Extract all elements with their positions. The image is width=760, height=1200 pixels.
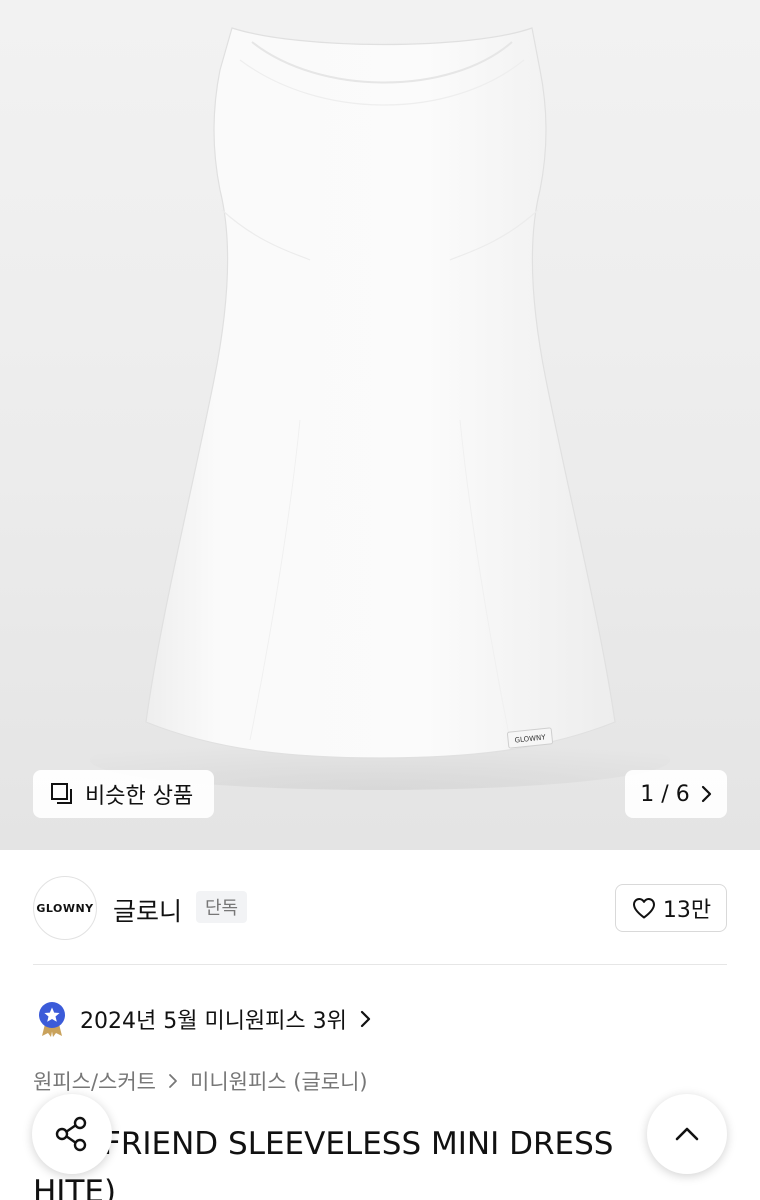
image-counter: 1 / 6 [640,781,690,807]
scroll-to-top-button[interactable] [647,1094,727,1174]
similar-items-icon [51,783,72,804]
brand-name-link[interactable]: 글로니 [113,892,182,928]
chevron-right-icon [360,1010,370,1028]
product-title-line1: FRIEND SLEEVELESS MINI DRESS [103,1126,614,1162]
ranking-link[interactable]: 2024년 5월 미니원피스 3위 [36,1000,371,1038]
like-button[interactable]: 13만 [615,884,727,932]
ranking-text: 2024년 5월 미니원피스 3위 [80,1009,347,1034]
brand-logo[interactable]: GLOWNY [33,876,97,940]
heart-outline-icon [632,898,655,919]
chevron-right-icon [701,785,711,803]
chevron-right-icon [169,1074,177,1088]
share-icon [55,1116,87,1152]
like-count: 13만 [662,898,712,923]
breadcrumb: 원피스/스커트 미니원피스 (글로니) [33,1066,368,1096]
brand-logo-text: GLOWNY [36,901,94,915]
product-title-line2: HITE) [33,1174,117,1200]
breadcrumb-subcategory[interactable]: 미니원피스 (글로니) [190,1066,368,1096]
share-button[interactable] [32,1094,112,1174]
exclusive-badge: 단독 [196,891,248,923]
breadcrumb-category[interactable]: 원피스/스커트 [33,1066,156,1096]
chevron-up-icon [675,1127,699,1141]
product-image-carousel[interactable]: GLOWNY 비슷한 상품 1 / 6 [0,0,760,850]
product-title: FRIEND SLEEVELESS MINI DRESS HITE) [33,1120,733,1200]
image-counter-button[interactable]: 1 / 6 [625,770,727,818]
section-divider [33,964,727,965]
product-photo-dress: GLOWNY [90,27,670,790]
similar-items-button[interactable]: 비슷한 상품 [33,770,214,818]
medal-star-icon [39,1002,65,1037]
brand-row: GLOWNY 글로니 단독 13만 [33,876,727,940]
similar-items-label: 비슷한 상품 [85,784,194,809]
